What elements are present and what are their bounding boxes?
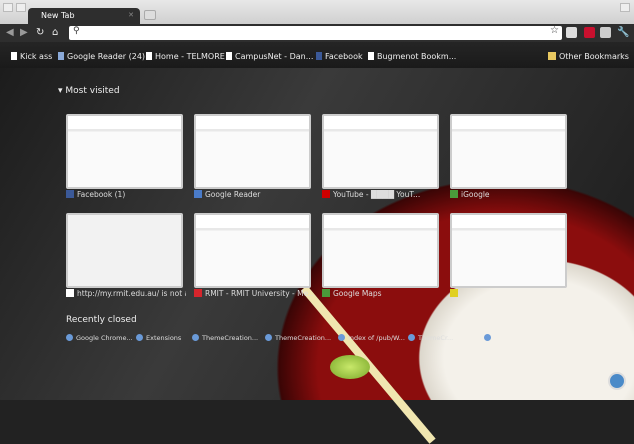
most-visited-heading[interactable]: ▾ Most visited: [58, 86, 120, 96]
most-visited-title[interactable]: YouTube - ████ YouT...: [322, 190, 442, 199]
recently-closed-item[interactable]: Extensions: [136, 334, 181, 342]
most-visited-title[interactable]: [450, 289, 570, 298]
title-text: Google Reader: [205, 190, 261, 199]
favicon-icon: [66, 334, 73, 341]
favicon-icon: [338, 334, 345, 341]
bookmark-item[interactable]: Bugmenot Bookm...: [368, 52, 456, 61]
page-icon: [368, 52, 374, 60]
recently-closed-item[interactable]: ThemeCreation...: [265, 334, 331, 342]
page-icon: [226, 52, 232, 60]
recently-closed-label: ThemeCreation...: [202, 334, 259, 342]
favicon-icon: [66, 289, 74, 297]
favicon-icon: [66, 190, 74, 198]
favicon-icon: [194, 190, 202, 198]
window-close-button[interactable]: [620, 3, 630, 12]
wasabi-decoration: [330, 355, 370, 379]
most-visited-title[interactable]: Google Maps: [322, 289, 442, 298]
most-visited-title[interactable]: http://my.rmit.edu.au/ is not a...: [66, 289, 186, 298]
bookmark-label: Google Reader (24): [67, 52, 146, 61]
recently-closed-item[interactable]: Google Chrome...: [66, 334, 133, 342]
favicon-icon: [450, 289, 458, 297]
recently-closed-heading: Recently closed: [66, 315, 137, 325]
bookmarks-bar: Kick ass Google Reader (24) Home - TELMO…: [0, 42, 634, 68]
other-bookmarks[interactable]: Other Bookmarks: [548, 52, 629, 61]
search-icon: ⚲: [73, 26, 80, 36]
most-visited-title[interactable]: Google Reader: [194, 190, 314, 199]
favicon-icon: [322, 190, 330, 198]
bookmark-item[interactable]: CampusNet - Dan...: [226, 52, 313, 61]
mail-extension-icon[interactable]: [566, 27, 577, 38]
bookmark-item[interactable]: Google Reader (24): [58, 52, 145, 61]
bookmark-label: Kick ass: [20, 52, 53, 61]
favicon-icon: [322, 289, 330, 297]
bookmark-label: Home - TELMORE: [155, 52, 225, 61]
recently-closed-label: Extensions: [146, 334, 182, 342]
reload-icon[interactable]: ↻: [36, 27, 44, 38]
window-menu-button[interactable]: [3, 3, 13, 12]
favicon-icon: [484, 334, 491, 341]
title-bar: New Tab ✕: [0, 0, 634, 25]
title-text: Google Maps: [333, 289, 382, 298]
bookmark-label: Bugmenot Bookm...: [377, 52, 457, 61]
recently-closed-item[interactable]: Index of /pub/W...: [338, 334, 405, 342]
recently-closed-item[interactable]: [484, 334, 494, 342]
bookmark-item[interactable]: Home - TELMORE: [146, 52, 225, 61]
most-visited-title[interactable]: Facebook (1): [66, 190, 186, 199]
title-text: iGoogle: [461, 190, 490, 199]
lastpass-extension-icon[interactable]: [584, 27, 595, 38]
wrench-icon[interactable]: 🔧: [617, 27, 629, 38]
tab-title: New Tab: [41, 11, 75, 20]
bookmark-star-icon[interactable]: ☆: [550, 25, 559, 36]
most-visited-title[interactable]: iGoogle: [450, 190, 570, 199]
bookmark-label: Facebook: [325, 52, 363, 61]
most-visited-title[interactable]: RMIT - RMIT University - Me...: [194, 289, 314, 298]
other-bookmarks-label: Other Bookmarks: [559, 52, 629, 61]
window-button[interactable]: [16, 3, 26, 12]
recently-closed-label: Index of /pub/W...: [348, 334, 405, 342]
most-visited-thumbnail[interactable]: [450, 213, 567, 288]
favicon-icon: [136, 334, 143, 341]
most-visited-thumbnail[interactable]: [322, 114, 439, 189]
favicon-icon: [265, 334, 272, 341]
back-icon[interactable]: ◀: [6, 27, 14, 38]
recently-closed-item[interactable]: ThemeCr...: [408, 334, 453, 342]
title-text: http://my.rmit.edu.au/ is not a...: [77, 289, 186, 298]
reader-icon: [58, 52, 64, 60]
theme-logo-icon: [608, 372, 626, 390]
tab-new-tab[interactable]: New Tab ✕: [28, 8, 140, 25]
bookmark-label: CampusNet - Dan...: [235, 52, 314, 61]
recently-closed-label: ThemeCr...: [418, 334, 454, 342]
recently-closed-label: Google Chrome...: [76, 334, 133, 342]
most-visited-thumbnail[interactable]: [194, 213, 311, 288]
most-visited-thumbnail[interactable]: [194, 114, 311, 189]
folder-icon: [548, 52, 556, 60]
extension-icon[interactable]: [600, 27, 611, 38]
page-icon: [11, 52, 17, 60]
favicon-icon: [408, 334, 415, 341]
omnibox[interactable]: ⚲ ☆: [69, 25, 562, 40]
home-icon[interactable]: ⌂: [52, 27, 58, 38]
most-visited-label: Most visited: [65, 86, 120, 96]
new-tab-button[interactable]: [144, 10, 156, 20]
toolbar: ◀ ▶ ↻ ⌂ ⚲ ☆ 🔧: [0, 24, 634, 42]
bookmark-item[interactable]: Facebook: [316, 52, 363, 61]
page-icon: [146, 52, 152, 60]
title-text: YouTube - ████ YouT...: [333, 190, 421, 199]
most-visited-thumbnail[interactable]: [66, 114, 183, 189]
recently-closed-item[interactable]: ThemeCreation...: [192, 334, 258, 342]
title-text: RMIT - RMIT University - Me...: [205, 289, 314, 298]
most-visited-thumbnail[interactable]: [450, 114, 567, 189]
forward-icon[interactable]: ▶: [20, 27, 28, 38]
favicon-icon: [450, 190, 458, 198]
recently-closed-label: ThemeCreation...: [275, 334, 332, 342]
close-tab-icon[interactable]: ✕: [128, 11, 134, 19]
facebook-icon: [316, 52, 322, 60]
new-tab-page: ▾ Most visited Facebook (1) Google Reader…: [0, 68, 634, 444]
title-text: Facebook (1): [77, 190, 126, 199]
favicon-icon: [192, 334, 199, 341]
most-visited-thumbnail[interactable]: [322, 213, 439, 288]
bookmark-item[interactable]: Kick ass: [11, 52, 52, 61]
most-visited-thumbnail[interactable]: [66, 213, 183, 288]
favicon-icon: [194, 289, 202, 297]
